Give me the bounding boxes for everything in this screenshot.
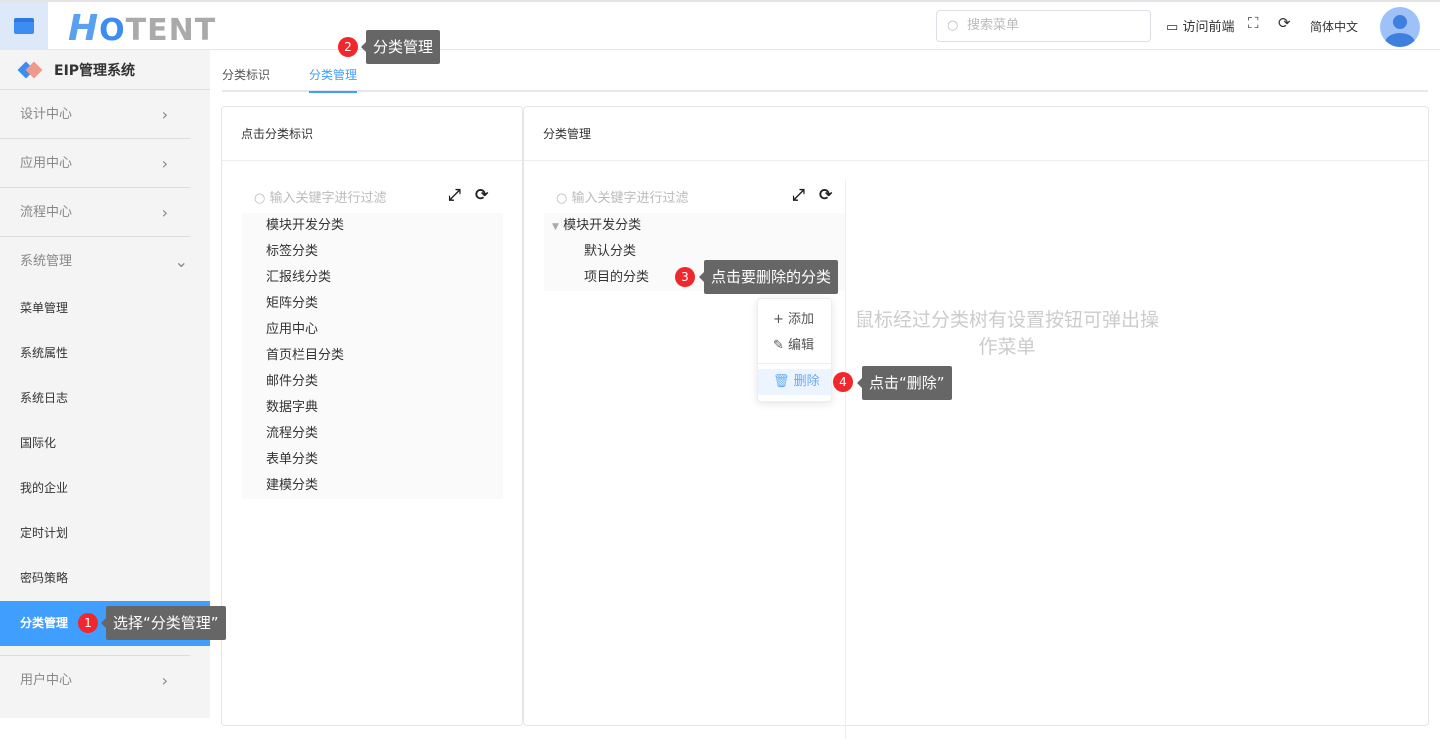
tree-node[interactable]: 数据字典 (266, 395, 503, 421)
sidebar-item-password[interactable]: 密码策略 (0, 556, 210, 601)
sidebar-item-menu[interactable]: 菜单管理 (0, 286, 210, 331)
chevron-right-icon: › (161, 105, 168, 124)
sidebar-group-user[interactable]: 用户中心 › (0, 655, 190, 704)
plus-icon: + (773, 312, 784, 327)
tree-node[interactable]: 首页栏目分类 (266, 343, 503, 369)
sidebar-item-logs[interactable]: 系统日志 (0, 376, 210, 421)
search-icon: ○ (947, 18, 959, 33)
avatar[interactable] (1380, 7, 1420, 47)
fullscreen-icon[interactable]: ⛶ (1248, 14, 1259, 32)
menu-item-add[interactable]: + 添加 (758, 307, 831, 333)
filter-placeholder: 输入关键字进行过滤 (571, 191, 689, 206)
menu-item-delete[interactable]: 🗑 删除 (758, 369, 831, 395)
sidebar-group-system[interactable]: 系统管理 ⌄ (0, 237, 210, 286)
visit-frontend-label: 访问前端 (1182, 20, 1235, 35)
group-label: 流程中心 (20, 205, 73, 220)
chevron-down-icon: ⌄ (174, 252, 188, 271)
tree-node[interactable]: 建模分类 (266, 473, 503, 499)
brand: EIP管理系统 (0, 50, 210, 90)
callout-tooltip: 点击要删除的分类 (698, 260, 839, 294)
chevron-right-icon: › (161, 671, 168, 690)
group-label: 系统管理 (20, 254, 73, 269)
sidebar-item-schedule[interactable]: 定时计划 (0, 511, 210, 556)
left-panel: 点击分类标识 ○ 输入关键字进行过滤 ⤢ ⟳ 模块开发分类 标签分类 汇报线分类… (221, 106, 523, 726)
logo: HOTENT (68, 8, 217, 49)
tree-node[interactable]: 邮件分类 (266, 369, 503, 395)
callout-badge: 3 (675, 267, 695, 287)
divider (758, 363, 831, 364)
tree-node[interactable]: 标签分类 (266, 239, 503, 265)
tree-node[interactable]: 表单分类 (266, 447, 503, 473)
trash-icon: 🗑 (773, 374, 790, 389)
monitor-icon: ▭ (1166, 20, 1179, 35)
menu-item-edit[interactable]: ✎ 编辑 (758, 333, 831, 359)
tree-node[interactable]: 汇报线分类 (266, 265, 503, 291)
sidebar-group-app[interactable]: 应用中心 › (0, 139, 190, 188)
tab-category-key[interactable]: 分类标识 (222, 66, 270, 83)
header: HOTENT ○ 搜索菜单 ▭ 访问前端 ⛶ ⟳ 简体中文 (0, 0, 1440, 50)
panel-title: 分类管理 (524, 107, 1428, 161)
search-placeholder: 搜索菜单 (967, 18, 1020, 33)
expand-icon[interactable]: ⤢ (792, 185, 805, 205)
visit-frontend-button[interactable]: ▭ 访问前端 (1166, 16, 1234, 35)
group-label: 用户中心 (20, 673, 73, 688)
callout-badge: 1 (78, 613, 98, 633)
menu-label: 编辑 (788, 338, 815, 353)
node-label: 模块开发分类 (563, 218, 642, 233)
sidebar-group-design[interactable]: 设计中心 › (0, 90, 190, 139)
filter-placeholder: 输入关键字进行过滤 (269, 191, 387, 206)
refresh-icon[interactable]: ⟳ (475, 185, 488, 204)
divider (845, 179, 846, 739)
filter-input[interactable]: ○ 输入关键字进行过滤 (556, 187, 689, 206)
tree-node[interactable]: 矩阵分类 (266, 291, 503, 317)
brand-title: EIP管理系统 (54, 62, 136, 79)
chevron-right-icon: › (161, 154, 168, 173)
sidebar-item-enterprise[interactable]: 我的企业 (0, 466, 210, 511)
tree-node[interactable]: 流程分类 (266, 421, 503, 447)
edit-icon: ✎ (773, 338, 784, 353)
expand-icon[interactable]: ⤢ (448, 185, 461, 205)
callout-badge: 4 (833, 372, 853, 392)
context-menu: + 添加 ✎ 编辑 🗑 删除 (757, 298, 832, 402)
sidebar-group-flow[interactable]: 流程中心 › (0, 188, 190, 237)
caret-down-icon: ▼ (552, 222, 559, 232)
refresh-icon[interactable]: ⟳ (819, 185, 832, 204)
chevron-right-icon: › (161, 203, 168, 222)
panel-title: 点击分类标识 (222, 107, 522, 161)
callout-badge: 2 (338, 37, 358, 57)
menu-label: 添加 (788, 312, 815, 327)
empty-hint: 鼠标经过分类树有设置按钮可弹出操作菜单 (854, 309, 1159, 358)
tree-node-root[interactable]: ▼ 模块开发分类 (544, 213, 845, 239)
search-input[interactable]: ○ 搜索菜单 (936, 10, 1151, 42)
tab-category-manage[interactable]: 分类管理 (309, 66, 358, 93)
tree-node[interactable]: 模块开发分类 (266, 213, 503, 239)
sidebar-item-properties[interactable]: 系统属性 (0, 331, 210, 376)
language-select[interactable]: 简体中文 (1310, 18, 1358, 35)
menu-toggle-button[interactable] (0, 2, 48, 50)
callout-tooltip: 点击“删除” (857, 366, 952, 400)
callout-tooltip: 分类管理 (360, 30, 441, 64)
group-label: 应用中心 (20, 156, 73, 171)
callout-tooltip: 选择“分类管理” (101, 606, 226, 640)
refresh-icon[interactable]: ⟳ (1278, 14, 1291, 32)
right-panel: 分类管理 ○ 输入关键字进行过滤 ⤢ ⟳ ▼ 模块开发分类 默认分类 项目的分类 (523, 106, 1429, 739)
menu-icon (14, 18, 34, 34)
menu-label: 删除 (793, 374, 820, 389)
category-key-tree: 模块开发分类 标签分类 汇报线分类 矩阵分类 应用中心 首页栏目分类 邮件分类 … (242, 213, 503, 499)
filter-input[interactable]: ○ 输入关键字进行过滤 (254, 187, 387, 206)
tree-node[interactable]: 应用中心 (266, 317, 503, 343)
group-label: 设计中心 (20, 107, 73, 122)
sidebar-item-i18n[interactable]: 国际化 (0, 421, 210, 466)
